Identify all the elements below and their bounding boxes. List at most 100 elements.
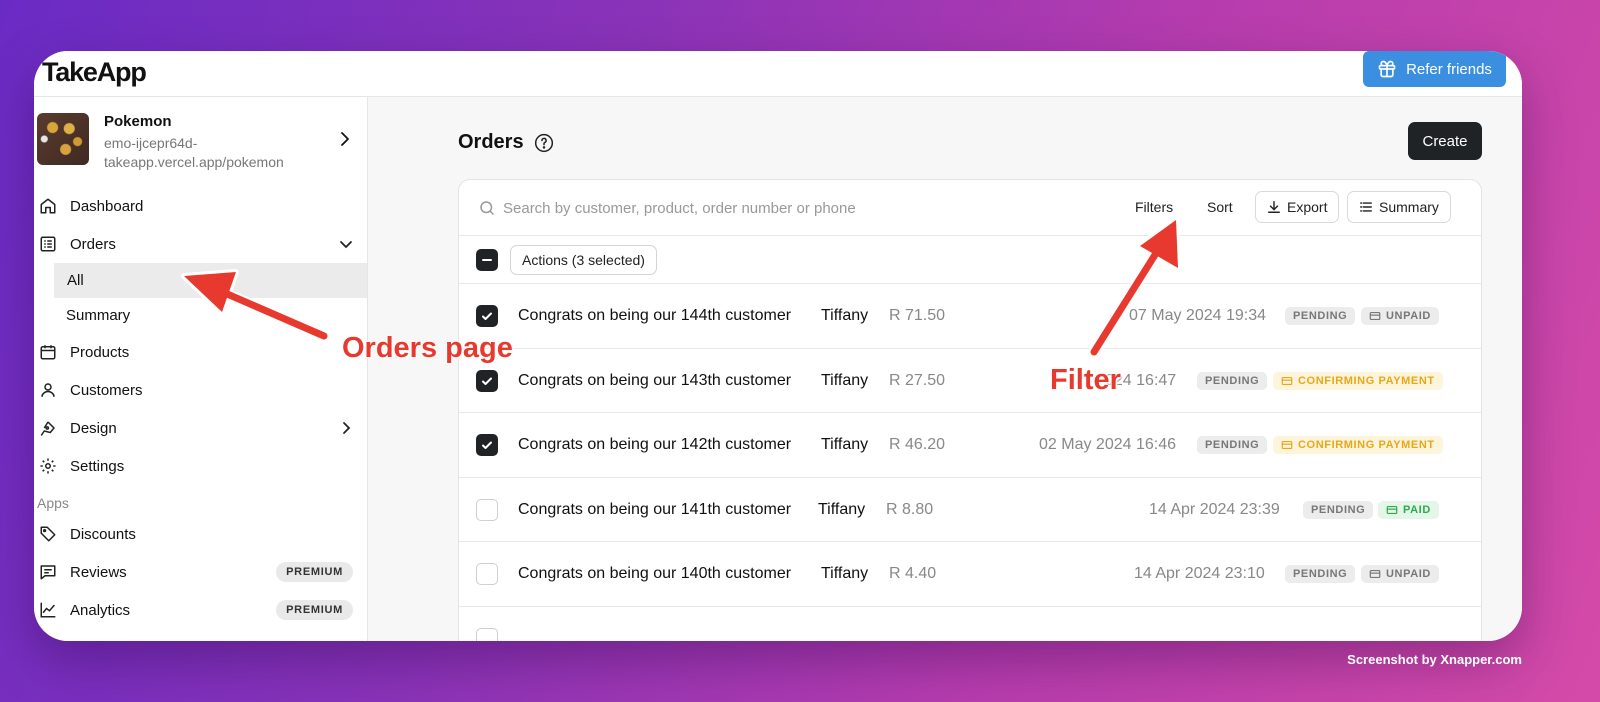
orders-card: Filters Sort Export Summary Actions (3 s… (458, 179, 1482, 641)
tag-icon (40, 526, 56, 542)
calendar-box-icon (40, 345, 56, 360)
sidebar-item-reviews[interactable]: Reviews PREMIUM (34, 553, 367, 591)
sort-button[interactable]: Sort (1207, 199, 1233, 215)
payment-badge: UNPAID (1361, 307, 1439, 325)
order-date: 14 Apr 2024 23:10 (1134, 565, 1265, 582)
payment-badge: CONFIRMING PAYMENT (1273, 436, 1443, 454)
status-badge: PENDING (1285, 307, 1356, 325)
check-icon (482, 312, 492, 320)
watermark: Screenshot by Xnapper.com (1347, 652, 1522, 667)
order-amount: R 27.50 (889, 371, 946, 389)
export-button[interactable]: Export (1255, 191, 1340, 223)
sidebar-item-products[interactable]: Products (34, 333, 367, 371)
sidebar-item-analytics[interactable]: Analytics PREMIUM (34, 591, 367, 629)
card-icon (1281, 440, 1293, 450)
table-row[interactable]: Congrats on being our 140th customer Tif… (459, 542, 1481, 607)
search-icon (480, 201, 494, 215)
payment-label: CONFIRMING PAYMENT (1298, 374, 1435, 387)
row-checkbox[interactable] (476, 305, 498, 327)
table-row[interactable]: Congrats on being our 142th customer Tif… (459, 413, 1481, 478)
chevron-right-icon (343, 422, 351, 434)
page-title-text: Orders (458, 131, 524, 153)
sidebar-item-orders[interactable]: Orders (34, 225, 367, 263)
sidebar-item-settings[interactable]: Settings (34, 447, 367, 485)
row-checkbox[interactable] (476, 434, 498, 456)
order-date: 02 May 2024 16:46 (1039, 436, 1176, 453)
sidebar-item-dashboard[interactable]: Dashboard (34, 187, 367, 225)
store-switcher[interactable]: Pokemon emo-ijcepr64d-takeapp.vercel.app… (37, 113, 367, 175)
order-amount: R 8.80 (886, 500, 934, 518)
table-row[interactable]: Congrats on being our 141th customer Tif… (459, 478, 1481, 542)
order-title: Congrats on being our 143th customer (518, 371, 792, 389)
refer-friends-label: Refer friends (1406, 60, 1492, 78)
select-all-checkbox[interactable] (476, 249, 498, 271)
sidebar-item-label: Customers (70, 381, 143, 399)
create-button[interactable]: Create (1408, 122, 1482, 160)
premium-badge: PREMIUM (276, 562, 353, 582)
pen-icon (40, 421, 55, 436)
sidebar-item-label: Reviews (70, 563, 127, 581)
row-checkbox[interactable] (476, 369, 498, 392)
order-title: Congrats on being our 144th customer (518, 307, 792, 324)
card-icon (1386, 505, 1398, 514)
sidebar-item-customers[interactable]: Customers (34, 371, 367, 409)
table-row[interactable]: Congrats on being our 144th customer Tif… (459, 284, 1481, 349)
filter-annotation: Filter (1050, 364, 1121, 396)
download-icon (1268, 201, 1280, 213)
message-icon (40, 565, 56, 580)
refer-friends-button[interactable]: Refer friends (1363, 51, 1506, 87)
apps-section-label: Apps (37, 495, 69, 511)
payment-label: UNPAID (1386, 310, 1431, 322)
sidebar-item-label: Discounts (70, 525, 136, 543)
check-icon (482, 441, 492, 449)
payment-badge: PAID (1378, 500, 1439, 519)
table-row[interactable]: Congrats on being our 143th customer Tif… (459, 349, 1481, 413)
order-date: 07 May 2024 19:34 (1129, 307, 1266, 324)
sidebar: Pokemon emo-ijcepr64d-takeapp.vercel.app… (34, 97, 368, 641)
actions-button[interactable]: Actions (3 selected) (510, 245, 657, 275)
sidebar-item-discounts[interactable]: Discounts (34, 515, 367, 553)
export-label: Export (1287, 199, 1328, 215)
help-icon[interactable] (534, 133, 554, 153)
table-row-partial[interactable] (459, 607, 1481, 641)
gear-icon (40, 458, 56, 474)
payment-label: CONFIRMING PAYMENT (1298, 439, 1435, 451)
app-window: TakeApp Refer friends Pokemon emo-ijcepr… (34, 51, 1522, 641)
row-checkbox[interactable] (476, 498, 498, 521)
order-title: Congrats on being our 142th customer (518, 436, 792, 453)
chart-line-icon (40, 602, 56, 618)
minus-icon (482, 259, 492, 261)
sidebar-item-design[interactable]: Design (34, 409, 367, 447)
summary-button[interactable]: Summary (1347, 191, 1451, 223)
sidebar-item-orders-summary[interactable]: Summary (34, 298, 367, 333)
sidebar-item-label: Products (70, 343, 130, 361)
chevron-right-icon (341, 132, 349, 146)
user-icon (41, 383, 55, 397)
sidebar-item-label: Dashboard (70, 197, 144, 215)
sidebar-item-label: Settings (70, 457, 125, 475)
top-bar: TakeApp Refer friends (34, 51, 1522, 97)
check-icon (482, 377, 492, 385)
payment-badge: UNPAID (1361, 565, 1439, 583)
status-badge: PENDING (1197, 371, 1268, 390)
payment-badge: CONFIRMING PAYMENT (1273, 371, 1443, 390)
status-badge: PENDING (1197, 436, 1268, 454)
sidebar-item-label: Analytics (70, 601, 131, 619)
payment-label: UNPAID (1386, 568, 1431, 580)
order-customer: Tiffany (821, 565, 869, 582)
takeapp-logo[interactable]: TakeApp (42, 57, 147, 88)
page-title: Orders (458, 131, 554, 154)
chevron-down-icon (340, 241, 352, 249)
order-amount: R 46.20 (889, 436, 946, 453)
sidebar-item-label: Orders (70, 235, 116, 253)
sidebar-item-orders-all[interactable]: All (54, 263, 367, 298)
row-checkbox[interactable] (476, 563, 498, 585)
payment-label: PAID (1403, 503, 1431, 516)
card-icon (1369, 569, 1381, 579)
card-icon (1281, 376, 1293, 385)
main-content: Orders Create Filters Sort Export Summar… (368, 97, 1522, 641)
filters-button[interactable]: Filters (1135, 199, 1173, 215)
summary-label: Summary (1379, 199, 1439, 215)
row-checkbox[interactable] (476, 627, 498, 641)
search-input[interactable] (503, 192, 1023, 224)
